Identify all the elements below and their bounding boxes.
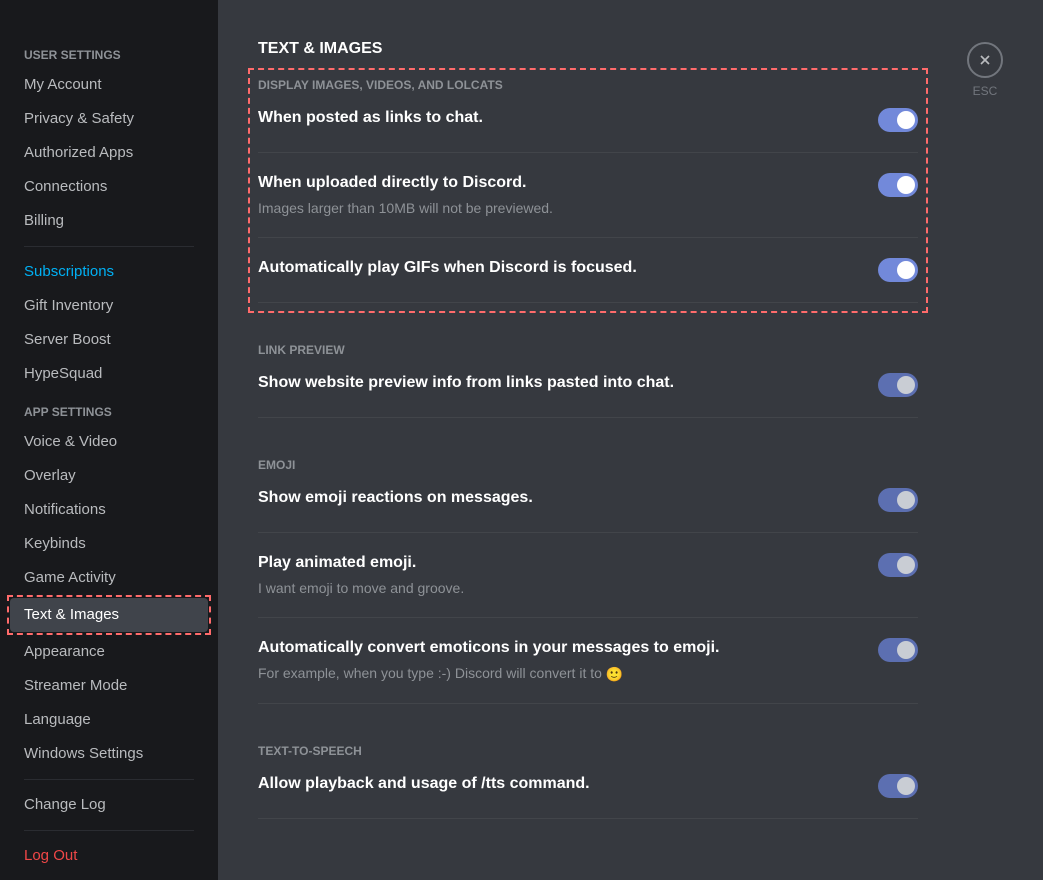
page-title: TEXT & IMAGES xyxy=(258,40,918,58)
setting-row: When uploaded directly to Discord. Images… xyxy=(258,173,918,238)
setting-text: Allow playback and usage of /tts command… xyxy=(258,774,878,794)
toggle-switch[interactable] xyxy=(878,553,918,577)
setting-label: Automatically play GIFs when Discord is … xyxy=(258,258,858,278)
toggle-knob xyxy=(897,491,915,509)
sidebar-item-subscriptions[interactable]: Subscriptions xyxy=(10,255,208,289)
toggle-switch[interactable] xyxy=(878,173,918,197)
setting-label: Play animated emoji. xyxy=(258,553,858,573)
app-settings-header: APP SETTINGS xyxy=(10,397,208,425)
user-settings-header: USER SETTINGS xyxy=(10,40,208,68)
toggle-knob xyxy=(897,777,915,795)
highlight-box: DISPLAY IMAGES, VIDEOS, AND LOLCATS When … xyxy=(248,68,928,313)
close-button[interactable] xyxy=(967,42,1003,78)
sidebar-divider xyxy=(24,779,194,780)
setting-row: Automatically convert emoticons in your … xyxy=(258,638,918,704)
toggle-switch[interactable] xyxy=(878,258,918,282)
sidebar-item-server-boost[interactable]: Server Boost xyxy=(10,323,208,357)
toggle-knob xyxy=(897,176,915,194)
sidebar-item-game-activity[interactable]: Game Activity xyxy=(10,561,208,595)
sidebar-item-voice-video[interactable]: Voice & Video xyxy=(10,425,208,459)
group-header-text-to-speech: TEXT-TO-SPEECH xyxy=(258,744,918,758)
setting-text: Automatically convert emoticons in your … xyxy=(258,638,878,683)
sidebar-divider xyxy=(24,830,194,831)
sidebar-item-streamer-mode[interactable]: Streamer Mode xyxy=(10,669,208,703)
sidebar-item-privacy-safety[interactable]: Privacy & Safety xyxy=(10,102,208,136)
sidebar-item-hypesquad[interactable]: HypeSquad xyxy=(10,357,208,391)
sidebar-item-text-images[interactable]: Text & Images xyxy=(10,598,208,632)
sidebar-item-keybinds[interactable]: Keybinds xyxy=(10,527,208,561)
setting-row: When posted as links to chat. xyxy=(258,108,918,153)
sidebar-item-windows-settings[interactable]: Windows Settings xyxy=(10,737,208,771)
setting-label: When posted as links to chat. xyxy=(258,108,858,128)
toggle-knob xyxy=(897,556,915,574)
group-header-emoji: EMOJI xyxy=(258,458,918,472)
group-header-link-preview: LINK PREVIEW xyxy=(258,343,918,357)
toggle-switch[interactable] xyxy=(878,488,918,512)
setting-row: Automatically play GIFs when Discord is … xyxy=(258,258,918,303)
setting-label: Show emoji reactions on messages. xyxy=(258,488,858,508)
toggle-switch[interactable] xyxy=(878,373,918,397)
setting-text: Automatically play GIFs when Discord is … xyxy=(258,258,878,278)
close-area: ESC xyxy=(967,42,1003,98)
setting-label: When uploaded directly to Discord. xyxy=(258,173,858,193)
sidebar-item-billing[interactable]: Billing xyxy=(10,204,208,238)
sidebar-item-authorized-apps[interactable]: Authorized Apps xyxy=(10,136,208,170)
setting-row: Show emoji reactions on messages. xyxy=(258,488,918,533)
sidebar-divider xyxy=(24,246,194,247)
setting-label: Automatically convert emoticons in your … xyxy=(258,638,858,658)
toggle-knob xyxy=(897,111,915,129)
sidebar-item-change-log[interactable]: Change Log xyxy=(10,788,208,822)
settings-content: ESC TEXT & IMAGES DISPLAY IMAGES, VIDEOS… xyxy=(218,0,1043,880)
highlight-box: Text & Images xyxy=(7,595,211,635)
setting-label: Show website preview info from links pas… xyxy=(258,373,858,393)
setting-row: Play animated emoji. I want emoji to move… xyxy=(258,553,918,618)
toggle-switch[interactable] xyxy=(878,638,918,662)
toggle-switch[interactable] xyxy=(878,108,918,132)
close-icon xyxy=(977,52,993,68)
setting-text: Show emoji reactions on messages. xyxy=(258,488,878,508)
esc-label: ESC xyxy=(973,84,998,98)
sidebar-item-appearance[interactable]: Appearance xyxy=(10,635,208,669)
setting-text: When posted as links to chat. xyxy=(258,108,878,128)
toggle-knob xyxy=(897,261,915,279)
sidebar-item-notifications[interactable]: Notifications xyxy=(10,493,208,527)
sidebar-item-language[interactable]: Language xyxy=(10,703,208,737)
sidebar-item-log-out[interactable]: Log Out xyxy=(10,839,208,873)
sidebar-item-my-account[interactable]: My Account xyxy=(10,68,208,102)
setting-text: When uploaded directly to Discord. Images… xyxy=(258,173,878,217)
setting-label: Allow playback and usage of /tts command… xyxy=(258,774,858,794)
toggle-switch[interactable] xyxy=(878,774,918,798)
setting-row: Allow playback and usage of /tts command… xyxy=(258,774,918,819)
setting-text: Show website preview info from links pas… xyxy=(258,373,878,393)
toggle-knob xyxy=(897,641,915,659)
smile-emoji-icon: 🙂 xyxy=(606,665,623,683)
setting-description: For example, when you type :-) Discord w… xyxy=(258,664,858,683)
setting-text: Play animated emoji. I want emoji to move… xyxy=(258,553,878,597)
toggle-knob xyxy=(897,376,915,394)
settings-sidebar: USER SETTINGS My AccountPrivacy & Safety… xyxy=(0,0,218,880)
sidebar-item-overlay[interactable]: Overlay xyxy=(10,459,208,493)
group-header-display-images-videos-and-lolcats: DISPLAY IMAGES, VIDEOS, AND LOLCATS xyxy=(258,78,918,92)
setting-description: I want emoji to move and groove. xyxy=(258,579,858,597)
setting-description: Images larger than 10MB will not be prev… xyxy=(258,199,858,217)
sidebar-item-gift-inventory[interactable]: Gift Inventory xyxy=(10,289,208,323)
setting-row: Show website preview info from links pas… xyxy=(258,373,918,418)
sidebar-item-connections[interactable]: Connections xyxy=(10,170,208,204)
